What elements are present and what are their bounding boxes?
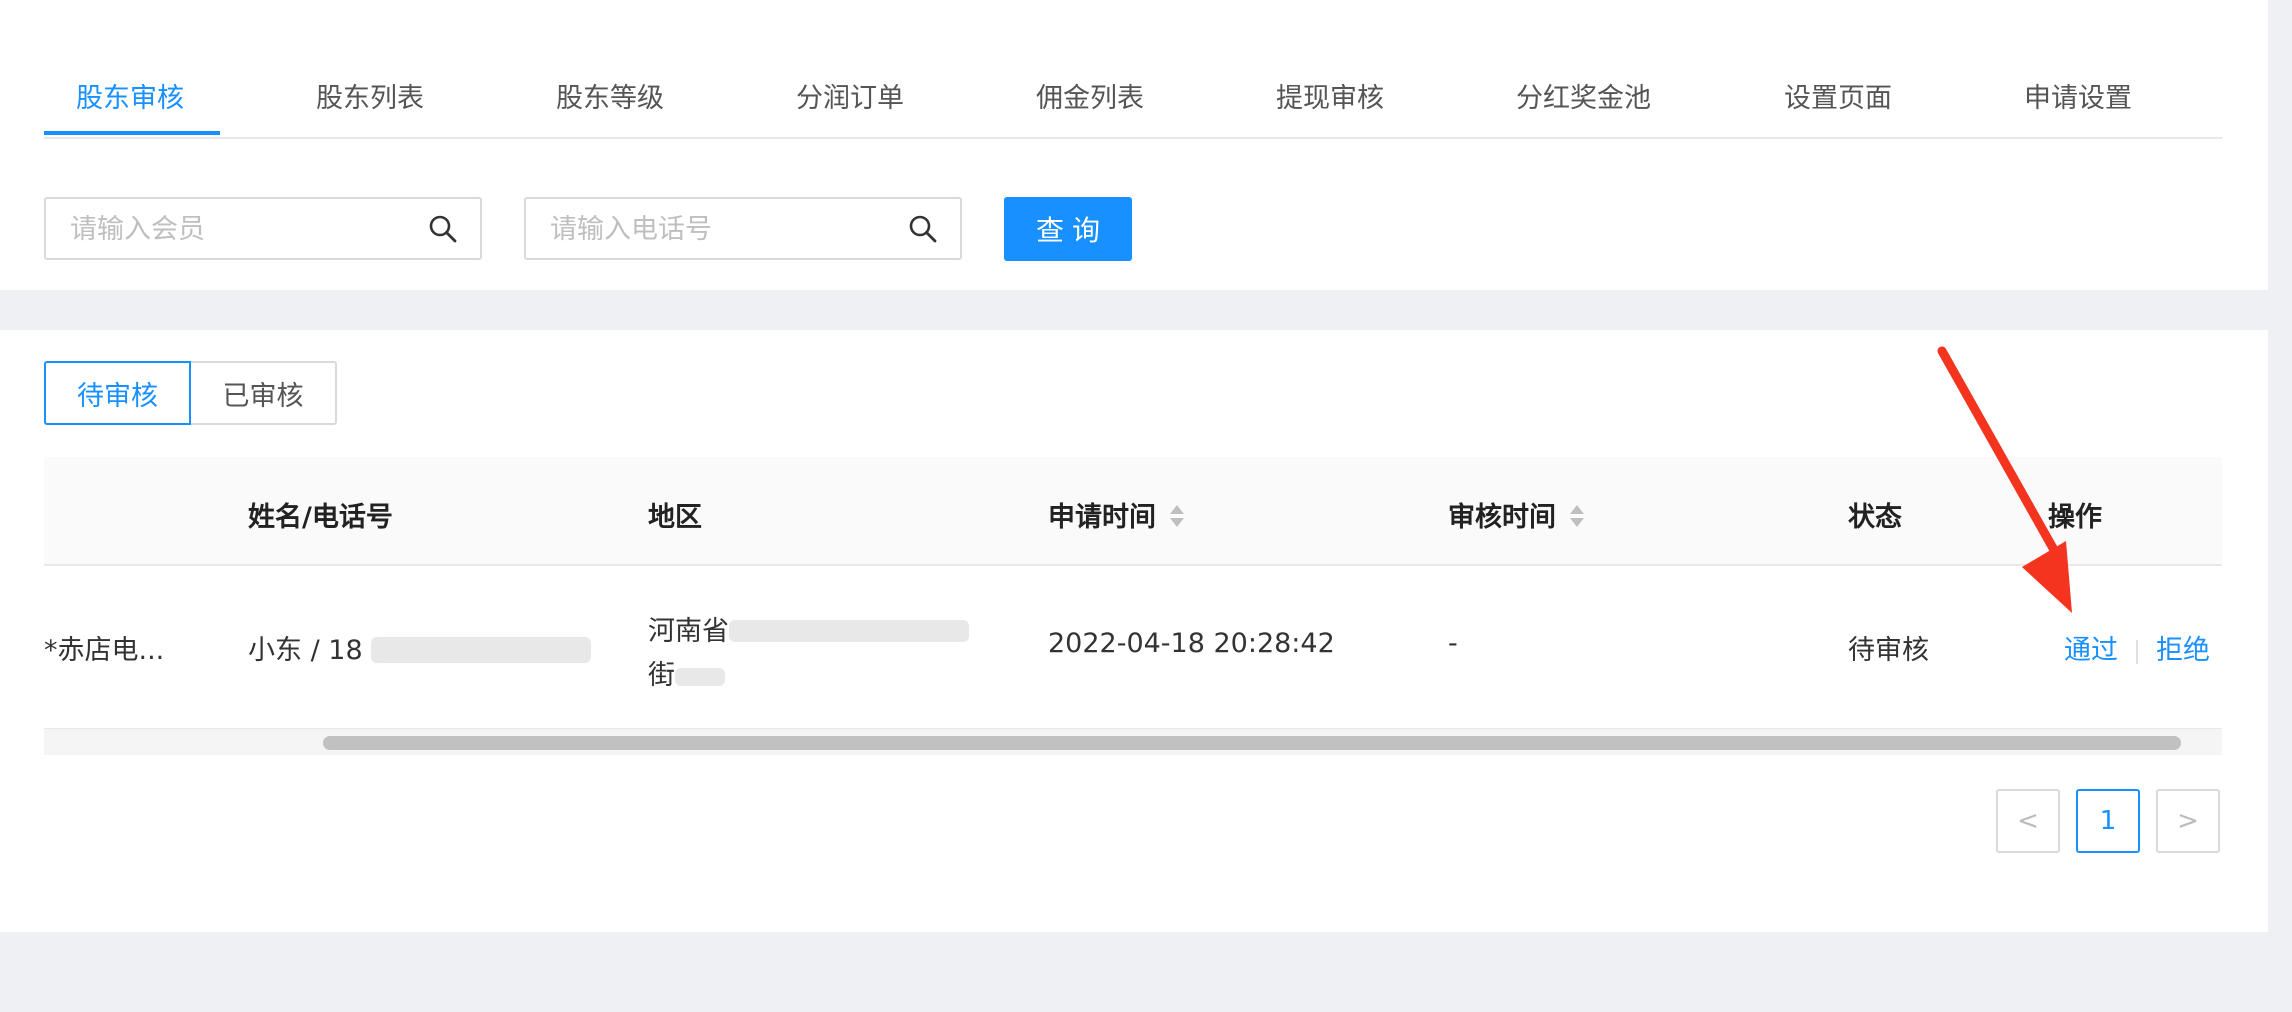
reject-link[interactable]: 拒绝 — [2156, 635, 2210, 666]
tab-withdraw-review[interactable]: 提现审核 — [1276, 76, 1384, 115]
query-button[interactable]: 查询 — [1004, 197, 1132, 261]
region-cell: 河南省 街 — [648, 610, 988, 698]
tab-shareholder-list[interactable]: 股东列表 — [316, 76, 424, 115]
sort-icon[interactable] — [1170, 504, 1184, 530]
phone-search-input[interactable] — [548, 199, 912, 260]
column-status: 状态 — [1848, 502, 1902, 533]
tab-settings-page[interactable]: 设置页面 — [1784, 76, 1892, 115]
redaction-blur — [729, 620, 969, 642]
page-1-button[interactable]: 1 — [2076, 789, 2140, 853]
redaction-blur — [675, 668, 725, 686]
tab-shareholder-review[interactable]: 股东审核 — [76, 76, 184, 115]
active-tab-indicator — [44, 131, 220, 135]
column-region: 地区 — [648, 502, 702, 533]
actions-cell: 通过 拒绝 — [2064, 628, 2210, 667]
tab-shareholder-level[interactable]: 股东等级 — [556, 76, 664, 115]
prev-page-button[interactable]: < — [1996, 789, 2060, 853]
region-text-line2: 街 — [648, 660, 675, 691]
table-row: *赤店电... 小东 / 18 河南省 街 2022-04-18 20:28:4… — [44, 566, 2222, 730]
region-text: 河南省 — [648, 616, 729, 647]
apply-time-cell: 2022-04-18 20:28:42 — [1048, 628, 1335, 659]
column-review-time-label: 审核时间 — [1448, 502, 1556, 533]
tab-profit-orders[interactable]: 分润订单 — [796, 76, 904, 115]
redaction-blur — [371, 637, 592, 663]
sort-icon[interactable] — [1570, 504, 1584, 530]
member-search-box[interactable] — [44, 197, 482, 260]
horizontal-scrollbar[interactable] — [44, 729, 2222, 755]
column-apply-time-label: 申请时间 — [1048, 502, 1156, 533]
name-phone-text: 小东 / 18 — [248, 635, 363, 666]
name-phone-cell: 小东 / 18 — [248, 628, 592, 667]
tab-dividend-pool[interactable]: 分红奖金池 — [1516, 76, 1651, 115]
search-icon[interactable] — [428, 214, 458, 244]
status-cell: 待审核 — [1848, 635, 1929, 666]
tab-bar: 股东审核 股东列表 股东等级 分润订单 佣金列表 提现审核 分红奖金池 设置页面… — [44, 0, 2222, 139]
action-divider — [2136, 639, 2138, 664]
store-name-cell: *赤店电... — [44, 635, 165, 666]
tab-commission-list[interactable]: 佣金列表 — [1036, 76, 1144, 115]
scrollbar-thumb[interactable] — [323, 736, 2181, 750]
filter-pending-button[interactable]: 待审核 — [44, 361, 191, 425]
annotation-arrow-icon — [1937, 346, 2072, 613]
member-search-input[interactable] — [68, 199, 432, 260]
filter-reviewed-button[interactable]: 已审核 — [189, 361, 337, 425]
approve-link[interactable]: 通过 — [2064, 635, 2118, 666]
search-icon[interactable] — [908, 214, 938, 244]
review-time-cell: - — [1448, 628, 1458, 659]
column-review-time[interactable]: 审核时间 — [1448, 495, 1584, 534]
tab-apply-settings[interactable]: 申请设置 — [2024, 76, 2132, 115]
shareholder-table: 姓名/电话号 地区 申请时间 审核时间 状态 操作 *赤店电... 小东 / 1… — [44, 457, 2222, 757]
phone-search-box[interactable] — [524, 197, 962, 260]
table-header: 姓名/电话号 地区 申请时间 审核时间 状态 操作 — [44, 457, 2222, 566]
filter-panel: 股东审核 股东列表 股东等级 分润订单 佣金列表 提现审核 分红奖金池 设置页面… — [0, 0, 2268, 290]
column-apply-time[interactable]: 申请时间 — [1048, 495, 1184, 534]
column-name-phone: 姓名/电话号 — [248, 502, 393, 533]
next-page-button[interactable]: > — [2156, 789, 2220, 853]
